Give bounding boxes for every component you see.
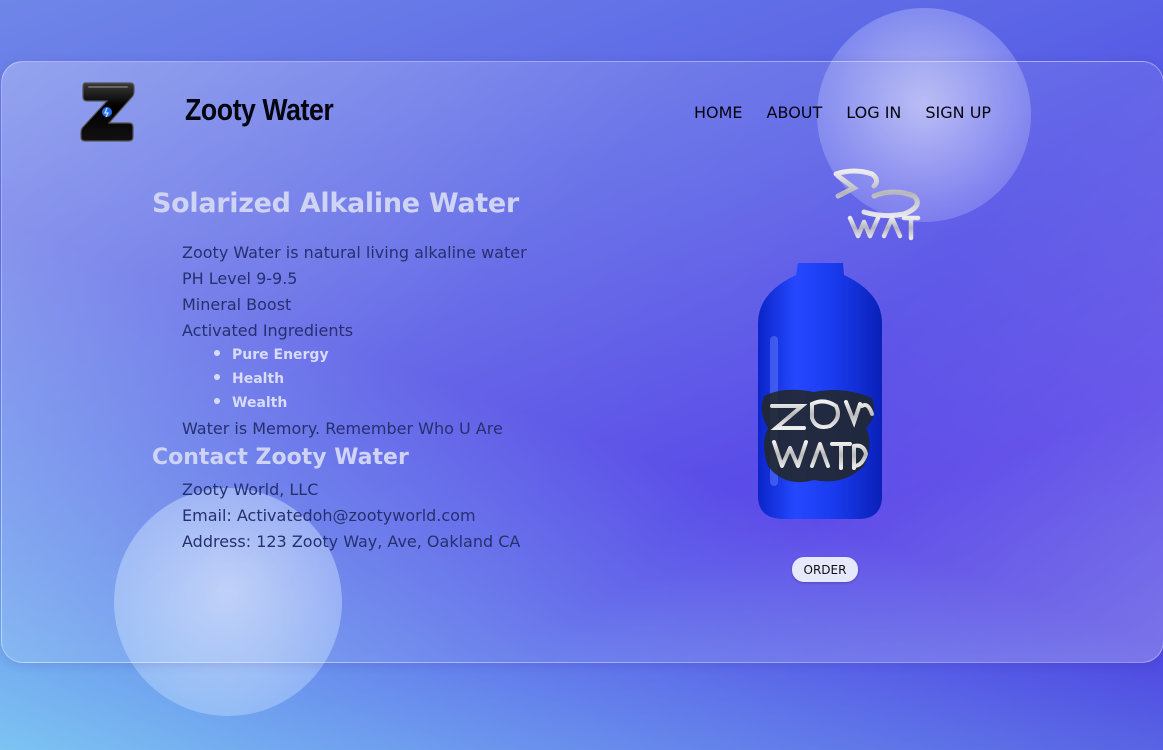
contact-email[interactable]: Email: Activatedoh@zootyworld.com (182, 506, 476, 525)
zooty-logo-icon[interactable] (79, 79, 135, 143)
tagline: Water is Memory. Remember Who U Are (182, 419, 503, 438)
order-button[interactable]: ORDER (792, 557, 858, 582)
contact-company: Zooty World, LLC (182, 480, 319, 499)
nav-log-in[interactable]: LOG IN (846, 103, 901, 122)
glass-card: Zooty Water HOME ABOUT LOG IN SIGN UP So… (1, 61, 1163, 663)
bottle-label-art (761, 389, 874, 483)
contact-heading: Contact Zooty Water (152, 445, 409, 470)
bullet-health: Health (214, 371, 284, 387)
nav-about[interactable]: ABOUT (767, 103, 823, 122)
ph-level-line: PH Level 9-9.5 (182, 269, 298, 288)
activated-ingredients-line: Activated Ingredients (182, 321, 354, 340)
main-nav: HOME ABOUT LOG IN SIGN UP (694, 103, 991, 122)
nav-sign-up[interactable]: SIGN UP (925, 103, 991, 122)
contact-address: Address: 123 Zooty Way, Ave, Oakland CA (182, 532, 521, 551)
bullet-pure-energy: Pure Energy (214, 347, 329, 363)
bullet-wealth: Wealth (214, 395, 287, 411)
page-title: Solarized Alkaline Water (152, 188, 519, 219)
brand-name[interactable]: Zooty Water (185, 92, 334, 128)
description-line: Zooty Water is natural living alkaline w… (182, 243, 527, 262)
product-bottle-image (754, 166, 934, 521)
nav-home[interactable]: HOME (694, 103, 743, 122)
mineral-boost-line: Mineral Boost (182, 295, 292, 314)
floating-wordmark (833, 168, 921, 241)
